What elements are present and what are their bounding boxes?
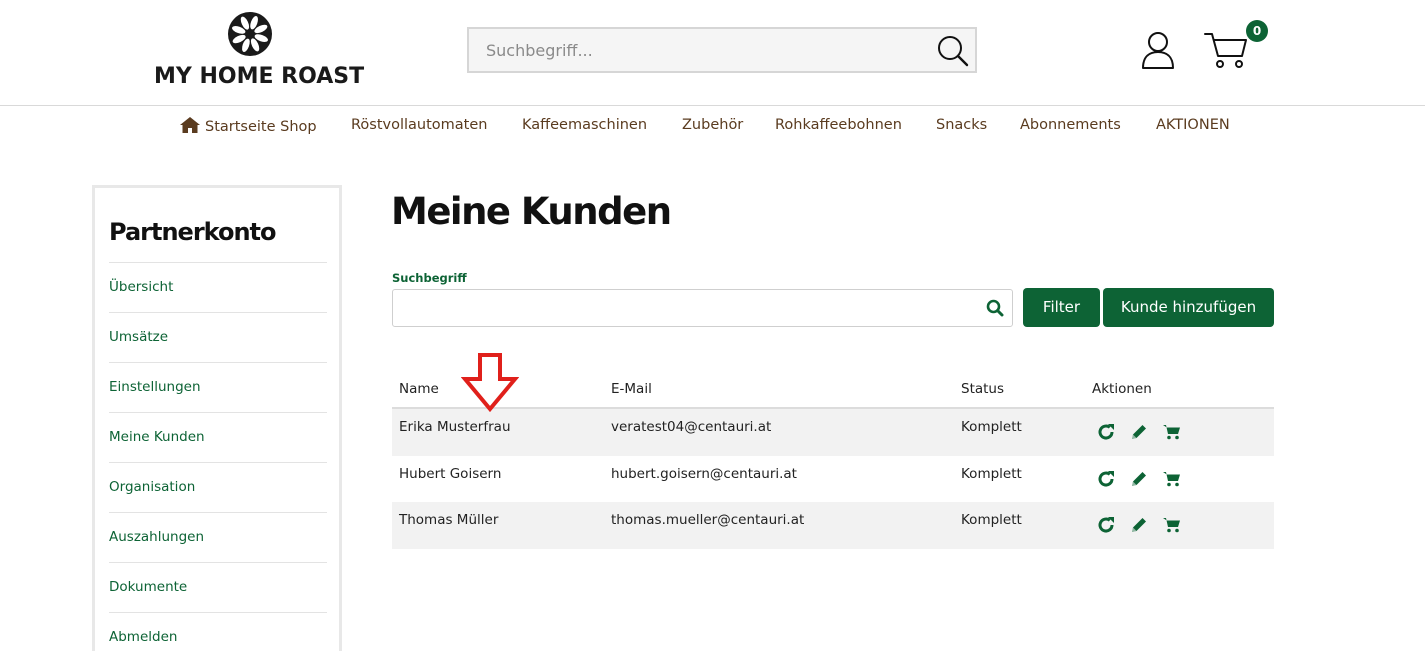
sidebar-item-einstellungen[interactable]: Einstellungen [109, 362, 327, 412]
search-icon[interactable] [935, 33, 971, 69]
row-actions [1096, 469, 1186, 491]
sidebar-item-organisation[interactable]: Organisation [109, 462, 327, 512]
cart[interactable]: 0 [1203, 20, 1271, 72]
nav-item-aktionen[interactable]: AKTIONEN [1156, 117, 1230, 133]
account-sidebar: Partnerkonto Übersicht Umsätze Einstellu… [92, 185, 342, 651]
row-actions [1096, 515, 1186, 537]
header-search [467, 27, 977, 73]
column-header-name: Name [399, 381, 439, 397]
refresh-icon[interactable] [1096, 469, 1116, 489]
cart-icon[interactable] [1162, 515, 1182, 535]
logo-text: MY HOME ROAST [154, 64, 365, 89]
site-header: MY HOME ROAST 0 [0, 0, 1425, 106]
user-icon[interactable] [1140, 30, 1176, 70]
customer-name: Thomas Müller [399, 512, 499, 528]
nav-item-rohkaffeebohnen[interactable]: Rohkaffeebohnen [775, 117, 902, 133]
nav-item-zubehoer[interactable]: Zubehör [682, 117, 743, 133]
pencil-icon[interactable] [1129, 515, 1149, 535]
sidebar-menu: Übersicht Umsätze Einstellungen Meine Ku… [109, 262, 327, 651]
header-search-input[interactable] [469, 29, 929, 71]
sidebar-item-uebersicht[interactable]: Übersicht [109, 262, 327, 312]
row-actions [1096, 422, 1186, 444]
table-header: Name E-Mail Status Aktionen [392, 370, 1274, 409]
table-row: Thomas Müller thomas.mueller@centauri.at… [392, 502, 1274, 549]
main-nav: Startseite Shop Röstvollautomaten Kaffee… [0, 106, 1425, 146]
sidebar-item-auszahlungen[interactable]: Auszahlungen [109, 512, 327, 562]
customer-email: veratest04@centauri.at [611, 419, 772, 435]
nav-item-startseite-shop[interactable]: Startseite Shop [180, 117, 317, 135]
customer-email: thomas.mueller@centauri.at [611, 512, 805, 528]
sidebar-item-umsaetze[interactable]: Umsätze [109, 312, 327, 362]
customer-name: Hubert Goisern [399, 465, 502, 482]
sidebar-item-dokumente[interactable]: Dokumente [109, 562, 327, 612]
search-icon[interactable] [986, 299, 1004, 317]
refresh-icon[interactable] [1096, 422, 1116, 442]
column-header-actions: Aktionen [1092, 381, 1152, 397]
column-header-status: Status [961, 381, 1005, 397]
nav-item-snacks[interactable]: Snacks [936, 117, 987, 133]
cart-count-badge: 0 [1246, 20, 1268, 42]
filter-button[interactable]: Filter [1023, 288, 1100, 327]
customer-search [392, 289, 1013, 327]
customer-name: Erika Musterfrau [399, 419, 511, 435]
pencil-icon[interactable] [1129, 422, 1149, 442]
home-icon [180, 117, 200, 133]
sidebar-item-abmelden[interactable]: Abmelden [109, 612, 327, 651]
nav-item-label: Startseite Shop [205, 119, 317, 135]
sidebar-title: Partnerkonto [109, 218, 276, 246]
arrow-down-icon [461, 353, 519, 412]
nav-item-abonnements[interactable]: Abonnements [1020, 117, 1121, 133]
table-row: Erika Musterfrau veratest04@centauri.at … [392, 409, 1274, 456]
customers-table: Name E-Mail Status Aktionen Erika Muster… [392, 370, 1274, 549]
logo[interactable]: MY HOME ROAST [154, 12, 365, 90]
cart-icon[interactable] [1162, 469, 1182, 489]
customer-status: Komplett [961, 465, 1022, 482]
customer-email: hubert.goisern@centauri.at [611, 465, 797, 482]
cart-icon[interactable] [1203, 30, 1249, 70]
nav-item-roestvollautomaten[interactable]: Röstvollautomaten [351, 117, 487, 133]
sidebar-item-meine-kunden[interactable]: Meine Kunden [109, 412, 327, 462]
cart-icon[interactable] [1162, 422, 1182, 442]
refresh-icon[interactable] [1096, 515, 1116, 535]
customer-status: Komplett [961, 512, 1022, 528]
customer-status: Komplett [961, 419, 1022, 435]
search-label: Suchbegriff [392, 271, 467, 285]
page-title: Meine Kunden [391, 190, 672, 233]
customer-search-input[interactable] [393, 290, 973, 326]
nav-item-kaffeemaschinen[interactable]: Kaffeemaschinen [522, 117, 647, 133]
column-header-email: E-Mail [611, 381, 652, 397]
table-row: Hubert Goisern hubert.goisern@centauri.a… [392, 456, 1274, 503]
add-customer-button[interactable]: Kunde hinzufügen [1103, 288, 1274, 327]
logo-mark-icon [228, 12, 272, 56]
pencil-icon[interactable] [1129, 469, 1149, 489]
